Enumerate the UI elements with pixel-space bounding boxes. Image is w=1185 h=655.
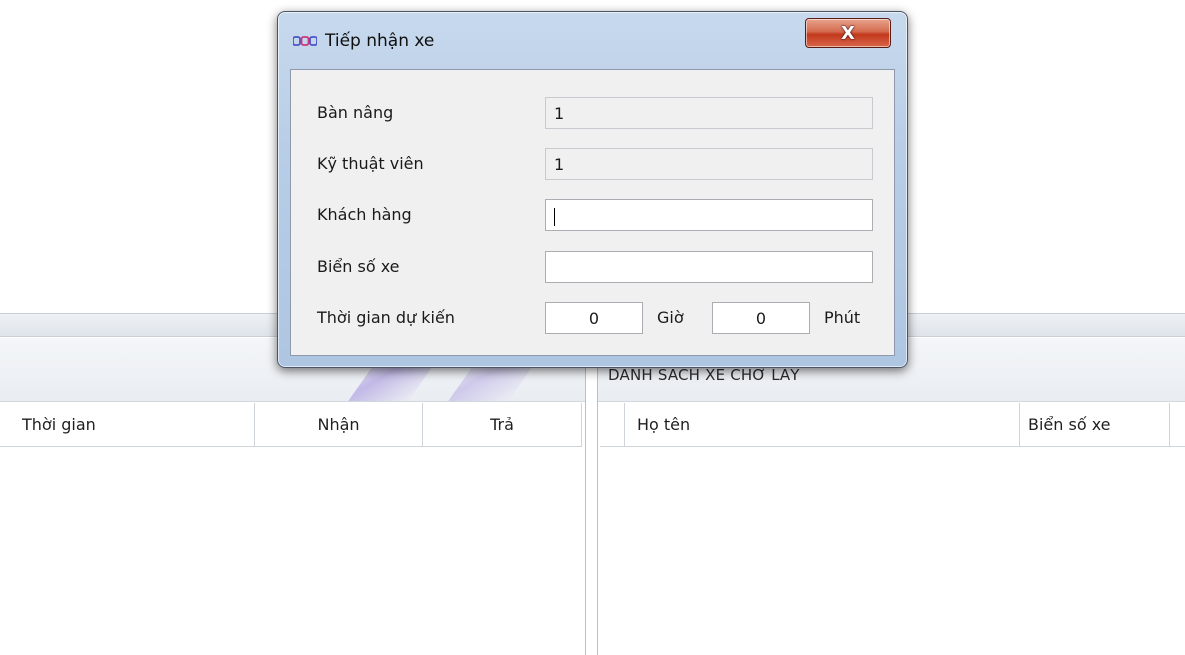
column-header-ho-ten[interactable]: Họ tên xyxy=(625,403,1020,446)
form-row-ky-thuat-vien: Kỹ thuật viên 1 xyxy=(291,148,894,180)
vehicle-intake-dialog: Tiếp nhận xe X Bàn nâng 1 Kỹ thuật viên … xyxy=(277,11,908,368)
column-header-nhan[interactable]: Nhận xyxy=(255,403,423,446)
khach-hang-field[interactable] xyxy=(545,199,873,231)
hours-unit-label: Giờ xyxy=(657,308,684,327)
ban-nang-label: Bàn nâng xyxy=(317,103,394,122)
close-button[interactable]: X xyxy=(805,18,891,48)
ban-nang-field[interactable]: 1 xyxy=(545,97,873,129)
bien-so-xe-field[interactable] xyxy=(545,251,873,283)
text-caret xyxy=(554,207,555,226)
left-grid-header: Thời gian Nhận Trả xyxy=(0,403,582,447)
waiting-list-caption: DANH SÁCH XE CHỜ LẤY xyxy=(608,366,800,384)
ky-thuat-vien-label: Kỹ thuật viên xyxy=(317,154,424,173)
dialog-client-area: Bàn nâng 1 Kỹ thuật viên 1 Khách hàng Bi… xyxy=(290,69,895,356)
column-header-bien-so-xe[interactable]: Biển số xe xyxy=(1020,403,1170,446)
minutes-field[interactable]: 0 xyxy=(712,302,810,334)
app-logo-icon xyxy=(293,36,317,46)
ky-thuat-vien-field[interactable]: 1 xyxy=(545,148,873,180)
dialog-title: Tiếp nhận xe xyxy=(325,31,435,51)
right-grid-header: Họ tên Biển số xe xyxy=(600,403,1185,447)
row-selector-header xyxy=(600,403,625,446)
hours-field[interactable]: 0 xyxy=(545,302,643,334)
form-row-thoi-gian: Thời gian dự kiến 0 Giờ 0 Phút xyxy=(291,302,894,334)
form-row-khach-hang: Khách hàng xyxy=(291,199,894,231)
bien-so-xe-label: Biển số xe xyxy=(317,257,400,276)
thoi-gian-label: Thời gian dự kiến xyxy=(317,308,455,327)
minutes-unit-label: Phút xyxy=(824,308,861,327)
khach-hang-label: Khách hàng xyxy=(317,205,412,224)
form-row-bien-so-xe: Biển số xe xyxy=(291,251,894,283)
form-row-ban-nang: Bàn nâng 1 xyxy=(291,97,894,129)
column-header-thoi-gian[interactable]: Thời gian xyxy=(0,403,255,446)
dialog-titlebar[interactable]: Tiếp nhận xe X xyxy=(278,12,907,70)
close-icon: X xyxy=(841,22,855,44)
column-header-tra[interactable]: Trả xyxy=(423,403,582,446)
